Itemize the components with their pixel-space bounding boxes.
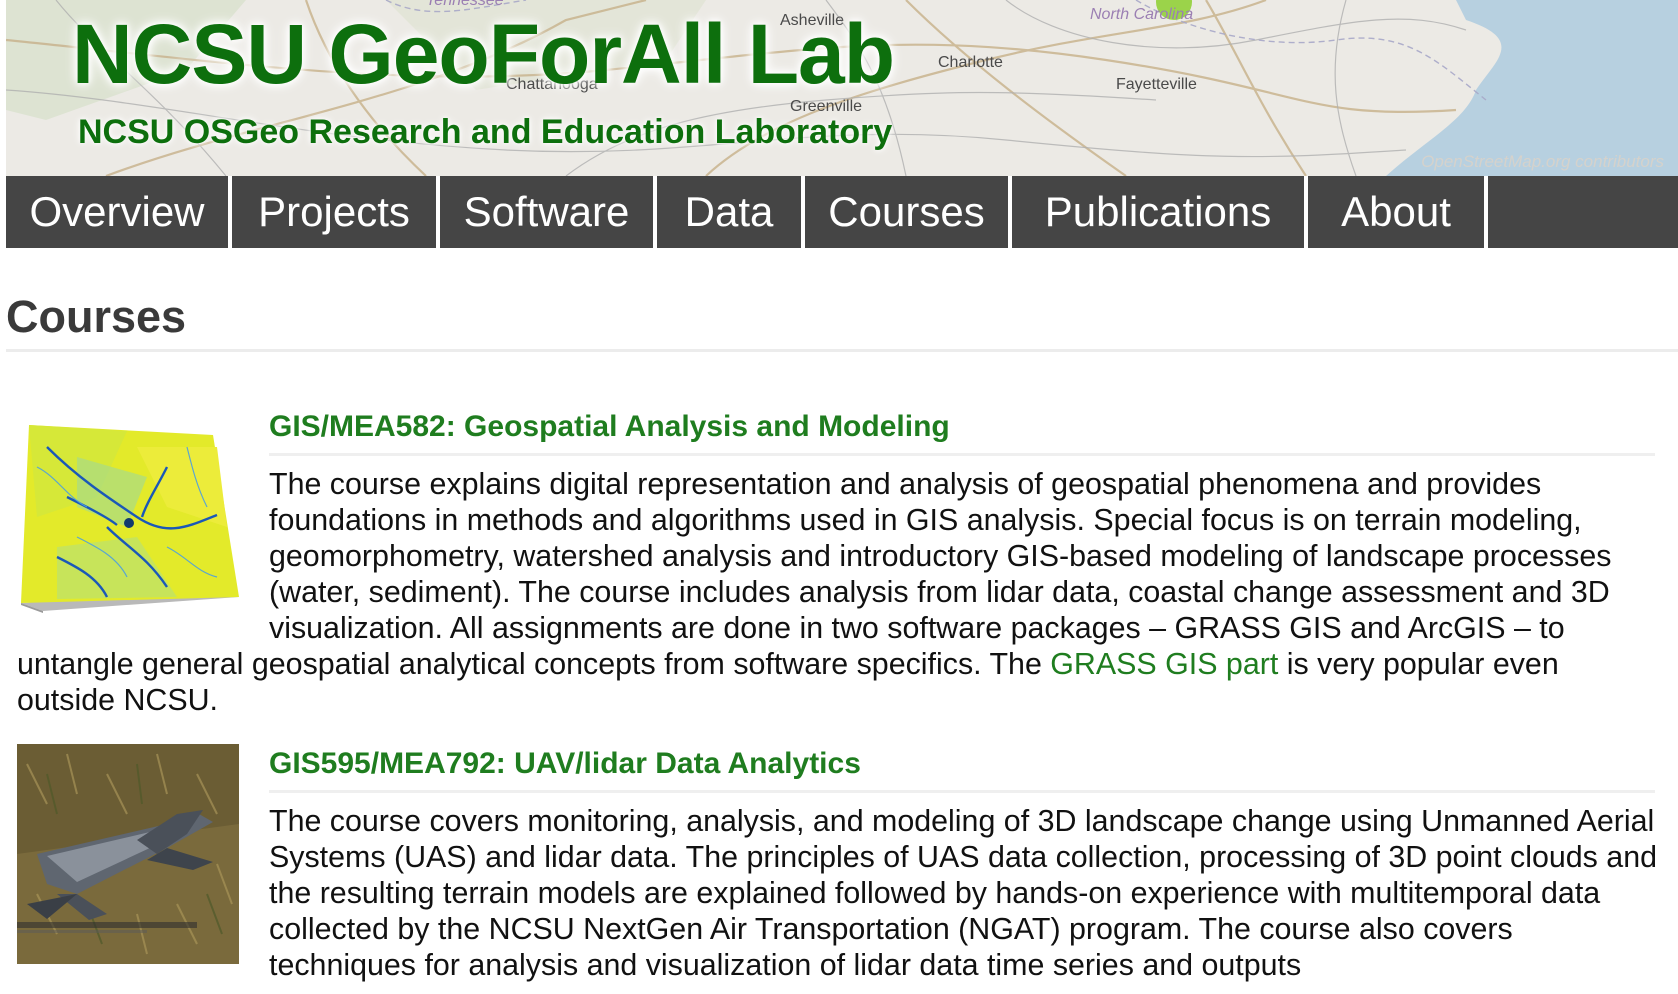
nav-item-about[interactable]: About	[1308, 176, 1484, 248]
terrain-model-image	[17, 407, 239, 629]
course-description: The course explains digital representati…	[17, 466, 1677, 718]
site-title[interactable]: NCSU GeoForAll Lab	[72, 6, 895, 102]
map-credit: OpenStreetMap.org contributors	[1421, 152, 1664, 171]
nav-item-publications[interactable]: Publications	[1012, 176, 1304, 248]
uav-drone-image	[17, 744, 239, 964]
nav-item-projects[interactable]: Projects	[232, 176, 436, 248]
course-entry: GIS/MEA582: Geospatial Analysis and Mode…	[17, 407, 1677, 718]
page-title: Courses	[6, 291, 187, 342]
main-navigation: Overview Projects Software Data Courses …	[6, 176, 1678, 248]
title-divider	[6, 349, 1678, 352]
nav-item-empty	[1488, 176, 1678, 248]
course-description: The course covers monitoring, analysis, …	[269, 804, 1657, 982]
grass-gis-part-link[interactable]: GRASS GIS part	[1050, 647, 1278, 681]
map-label-charlotte: Charlotte	[938, 54, 1003, 71]
map-label-north-carolina: North Carolina	[1090, 6, 1194, 23]
map-label-fayetteville: Fayetteville	[1116, 76, 1197, 93]
site-banner: Tennessee Asheville North Carolina Charl…	[6, 0, 1678, 176]
nav-item-software[interactable]: Software	[440, 176, 653, 248]
course-title-link[interactable]: GIS/MEA582: Geospatial Analysis and Mode…	[269, 407, 1655, 456]
nav-item-courses[interactable]: Courses	[805, 176, 1008, 248]
nav-item-data[interactable]: Data	[657, 176, 801, 248]
course-title-link[interactable]: GIS595/MEA792: UAV/lidar Data Analytics	[269, 744, 1655, 793]
nav-item-overview[interactable]: Overview	[6, 176, 228, 248]
course-entry: GIS595/MEA792: UAV/lidar Data Analytics …	[17, 744, 1677, 983]
site-subtitle: NCSU OSGeo Research and Education Labora…	[78, 113, 893, 151]
